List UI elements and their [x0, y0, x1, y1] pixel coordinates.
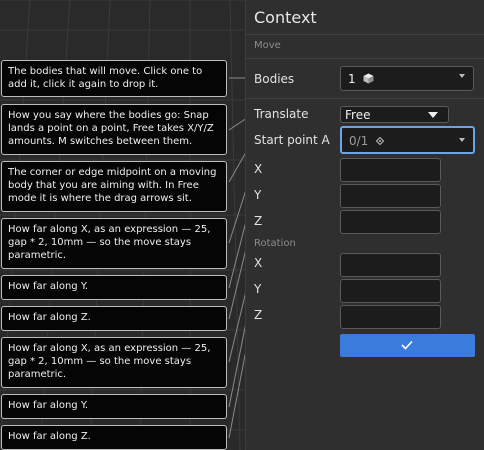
3d-viewport[interactable]: The bodies that will move. Click one to …: [0, 0, 245, 450]
start-point-label: Start point A: [254, 133, 330, 147]
tooltip-x: How far along X, as an expression — 25, …: [1, 218, 227, 269]
bodies-count: 1: [348, 72, 356, 86]
z-input[interactable]: [340, 210, 441, 234]
y-label: Y: [254, 188, 262, 202]
rotation-x-input[interactable]: [340, 253, 441, 277]
section-move: Move: [254, 40, 281, 51]
section-rotation: Rotation: [254, 238, 296, 249]
translate-mode-value: Free: [345, 108, 371, 122]
tooltip-rotation-z: How far along Z.: [1, 425, 227, 450]
translate-label: Translate: [254, 107, 309, 121]
chevron-down-icon: [459, 74, 465, 78]
y-input[interactable]: [340, 184, 441, 208]
tooltip-translate: How you say where the bodies go: Snap la…: [1, 104, 227, 155]
tooltip-z: How far along Z.: [1, 306, 227, 331]
divider: [246, 98, 484, 99]
confirm-button[interactable]: [340, 334, 475, 357]
divider: [246, 58, 484, 59]
body-cube-icon: [363, 73, 374, 84]
rotation-z-label: Z: [254, 308, 263, 322]
tooltip-bodies: The bodies that will move. Click one to …: [1, 60, 227, 97]
rotation-y-label: Y: [254, 282, 262, 296]
panel-title: Context: [254, 8, 317, 27]
point-diamond-icon: [376, 137, 384, 145]
tooltip-start-point: The corner or edge midpoint on a moving …: [1, 161, 227, 212]
translate-dropdown[interactable]: Free: [340, 106, 449, 123]
tooltip-y: How far along Y.: [1, 275, 227, 300]
bodies-label: Bodies: [254, 72, 295, 86]
divider: [246, 34, 484, 35]
x-label: X: [254, 162, 263, 176]
rotation-x-label: X: [254, 256, 263, 270]
rotation-y-input[interactable]: [340, 279, 441, 303]
start-point-selector[interactable]: 0/1: [340, 126, 475, 154]
x-input[interactable]: [340, 158, 441, 182]
tooltip-rotation-y: How far along Y.: [1, 394, 227, 419]
chevron-down-icon: [459, 138, 465, 142]
context-panel: Context Move Bodies 1 Translate Free Sta…: [245, 0, 484, 450]
start-point-count: 0/1: [349, 134, 369, 148]
chevron-down-icon: [428, 112, 438, 118]
tooltip-rotation-x: How far along X, as an expression — 25, …: [1, 337, 227, 388]
z-label: Z: [254, 214, 263, 228]
rotation-z-input[interactable]: [340, 305, 441, 329]
checkmark-icon: [401, 340, 413, 350]
bodies-dropdown[interactable]: 1: [340, 66, 474, 91]
